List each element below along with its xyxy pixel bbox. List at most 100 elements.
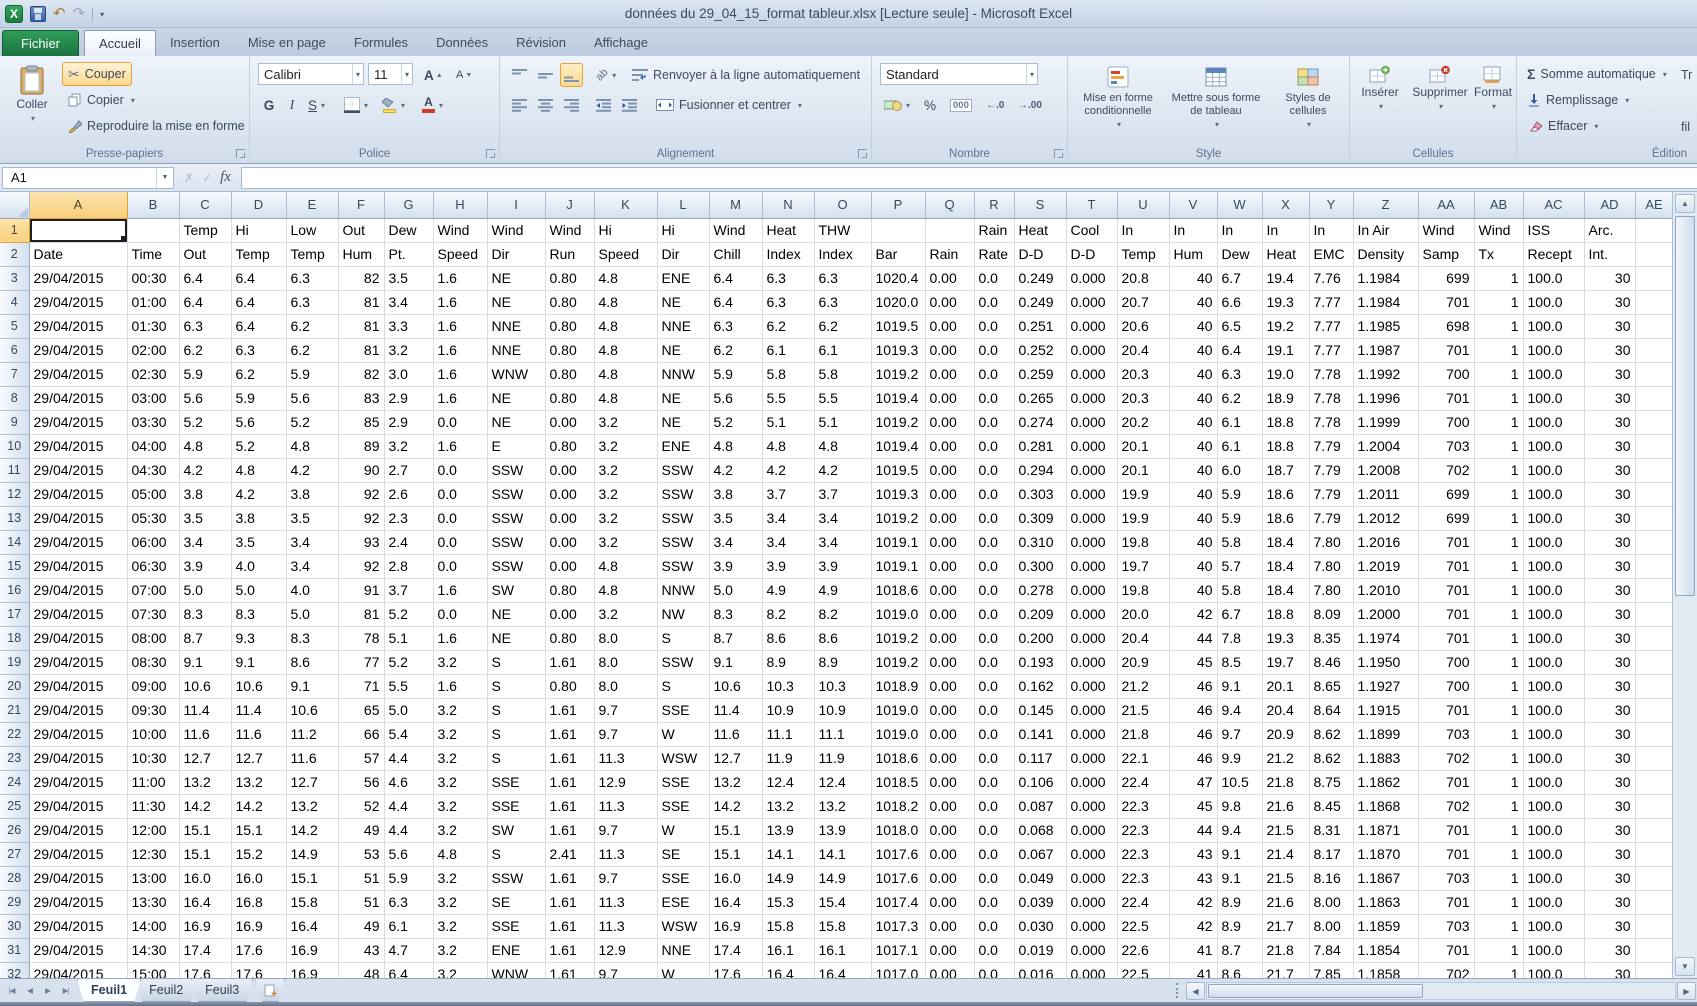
- cell-S13[interactable]: 0.309: [1014, 506, 1066, 530]
- cell-S15[interactable]: 0.300: [1014, 554, 1066, 578]
- column-header-AD[interactable]: AD: [1584, 192, 1635, 218]
- horizontal-scrollbar[interactable]: ◀ ▶: [1185, 979, 1697, 1002]
- cell-X4[interactable]: 19.3: [1262, 290, 1309, 314]
- cell-A24[interactable]: 29/04/2015: [29, 770, 127, 794]
- cell-C6[interactable]: 6.2: [179, 338, 231, 362]
- cell-Y25[interactable]: 8.45: [1309, 794, 1353, 818]
- cell-R32[interactable]: 0.0: [974, 962, 1014, 978]
- cell-P16[interactable]: 1018.6: [871, 578, 925, 602]
- cell-T13[interactable]: 0.000: [1066, 506, 1117, 530]
- cell-I10[interactable]: E: [487, 434, 545, 458]
- cell-F23[interactable]: 57: [338, 746, 384, 770]
- cell-S4[interactable]: 0.249: [1014, 290, 1066, 314]
- cell-AE3[interactable]: [1635, 266, 1672, 290]
- cell-F11[interactable]: 90: [338, 458, 384, 482]
- cell-K17[interactable]: 3.2: [594, 602, 657, 626]
- cell-AC25[interactable]: 100.0: [1523, 794, 1584, 818]
- cell-AC16[interactable]: 100.0: [1523, 578, 1584, 602]
- cell-D25[interactable]: 14.2: [231, 794, 286, 818]
- column-header-K[interactable]: K: [594, 192, 657, 218]
- cell-B13[interactable]: 05:30: [127, 506, 179, 530]
- cell-W15[interactable]: 5.7: [1217, 554, 1262, 578]
- cell-AC19[interactable]: 100.0: [1523, 650, 1584, 674]
- cell-C4[interactable]: 6.4: [179, 290, 231, 314]
- cell-AE17[interactable]: [1635, 602, 1672, 626]
- cell-K32[interactable]: 9.7: [594, 962, 657, 978]
- cell-N27[interactable]: 14.1: [762, 842, 814, 866]
- cell-G27[interactable]: 5.6: [384, 842, 433, 866]
- cell-N31[interactable]: 16.1: [762, 938, 814, 962]
- cell-B20[interactable]: 09:00: [127, 674, 179, 698]
- cell-Z9[interactable]: 1.1999: [1353, 410, 1418, 434]
- cell-G19[interactable]: 5.2: [384, 650, 433, 674]
- cell-A2[interactable]: Date: [29, 242, 127, 266]
- cell-C27[interactable]: 15.1: [179, 842, 231, 866]
- cell-Q24[interactable]: 0.00: [925, 770, 974, 794]
- cell-K16[interactable]: 4.8: [594, 578, 657, 602]
- cell-A18[interactable]: 29/04/2015: [29, 626, 127, 650]
- cell-AD32[interactable]: 30: [1584, 962, 1635, 978]
- cell-E14[interactable]: 3.4: [286, 530, 338, 554]
- tab-formules[interactable]: Formules: [340, 30, 422, 56]
- qat-customize-caret[interactable]: ▾: [100, 10, 104, 19]
- cell-V20[interactable]: 46: [1169, 674, 1217, 698]
- cell-M30[interactable]: 16.9: [709, 914, 762, 938]
- cell-AA9[interactable]: 700: [1418, 410, 1474, 434]
- cell-N24[interactable]: 12.4: [762, 770, 814, 794]
- cell-Z11[interactable]: 1.2008: [1353, 458, 1418, 482]
- borders-button[interactable]: ▾: [340, 93, 372, 117]
- cell-M32[interactable]: 17.6: [709, 962, 762, 978]
- cell-Q22[interactable]: 0.00: [925, 722, 974, 746]
- cell-N9[interactable]: 5.1: [762, 410, 814, 434]
- cell-Z32[interactable]: 1.1858: [1353, 962, 1418, 978]
- cell-T22[interactable]: 0.000: [1066, 722, 1117, 746]
- cell-E23[interactable]: 11.6: [286, 746, 338, 770]
- row-header-14[interactable]: 14: [0, 530, 29, 554]
- cell-O27[interactable]: 14.1: [814, 842, 871, 866]
- cell-K10[interactable]: 3.2: [594, 434, 657, 458]
- cell-Q3[interactable]: 0.00: [925, 266, 974, 290]
- cell-X14[interactable]: 18.4: [1262, 530, 1309, 554]
- cell-AC7[interactable]: 100.0: [1523, 362, 1584, 386]
- cell-S2[interactable]: D-D: [1014, 242, 1066, 266]
- cell-F7[interactable]: 82: [338, 362, 384, 386]
- cell-L1[interactable]: Hi: [657, 218, 709, 242]
- cell-T19[interactable]: 0.000: [1066, 650, 1117, 674]
- cell-P2[interactable]: Bar: [871, 242, 925, 266]
- cell-S17[interactable]: 0.209: [1014, 602, 1066, 626]
- cell-AE29[interactable]: [1635, 890, 1672, 914]
- cell-J27[interactable]: 2.41: [545, 842, 594, 866]
- scroll-up-button[interactable]: ▲: [1675, 194, 1695, 213]
- cell-B3[interactable]: 00:30: [127, 266, 179, 290]
- cell-X12[interactable]: 18.6: [1262, 482, 1309, 506]
- cell-U7[interactable]: 20.3: [1117, 362, 1169, 386]
- cell-Y10[interactable]: 7.79: [1309, 434, 1353, 458]
- cell-G17[interactable]: 5.2: [384, 602, 433, 626]
- column-header-Y[interactable]: Y: [1309, 192, 1353, 218]
- cell-D14[interactable]: 3.5: [231, 530, 286, 554]
- cell-I6[interactable]: NNE: [487, 338, 545, 362]
- cell-D30[interactable]: 16.9: [231, 914, 286, 938]
- horizontal-scroll-thumb[interactable]: [1208, 984, 1423, 998]
- cell-I5[interactable]: NNE: [487, 314, 545, 338]
- cell-U19[interactable]: 20.9: [1117, 650, 1169, 674]
- cell-S23[interactable]: 0.117: [1014, 746, 1066, 770]
- cell-E8[interactable]: 5.6: [286, 386, 338, 410]
- cell-C17[interactable]: 8.3: [179, 602, 231, 626]
- cell-F28[interactable]: 51: [338, 866, 384, 890]
- cell-E29[interactable]: 15.8: [286, 890, 338, 914]
- cell-A26[interactable]: 29/04/2015: [29, 818, 127, 842]
- cell-H3[interactable]: 1.6: [433, 266, 487, 290]
- italic-button[interactable]: I: [282, 93, 302, 117]
- cell-L30[interactable]: WSW: [657, 914, 709, 938]
- cell-R25[interactable]: 0.0: [974, 794, 1014, 818]
- column-header-E[interactable]: E: [286, 192, 338, 218]
- column-header-I[interactable]: I: [487, 192, 545, 218]
- cell-Y15[interactable]: 7.80: [1309, 554, 1353, 578]
- cell-AB15[interactable]: 1: [1474, 554, 1523, 578]
- row-header-25[interactable]: 25: [0, 794, 29, 818]
- cell-AC11[interactable]: 100.0: [1523, 458, 1584, 482]
- cell-J9[interactable]: 0.00: [545, 410, 594, 434]
- cell-AA24[interactable]: 701: [1418, 770, 1474, 794]
- cell-O7[interactable]: 5.8: [814, 362, 871, 386]
